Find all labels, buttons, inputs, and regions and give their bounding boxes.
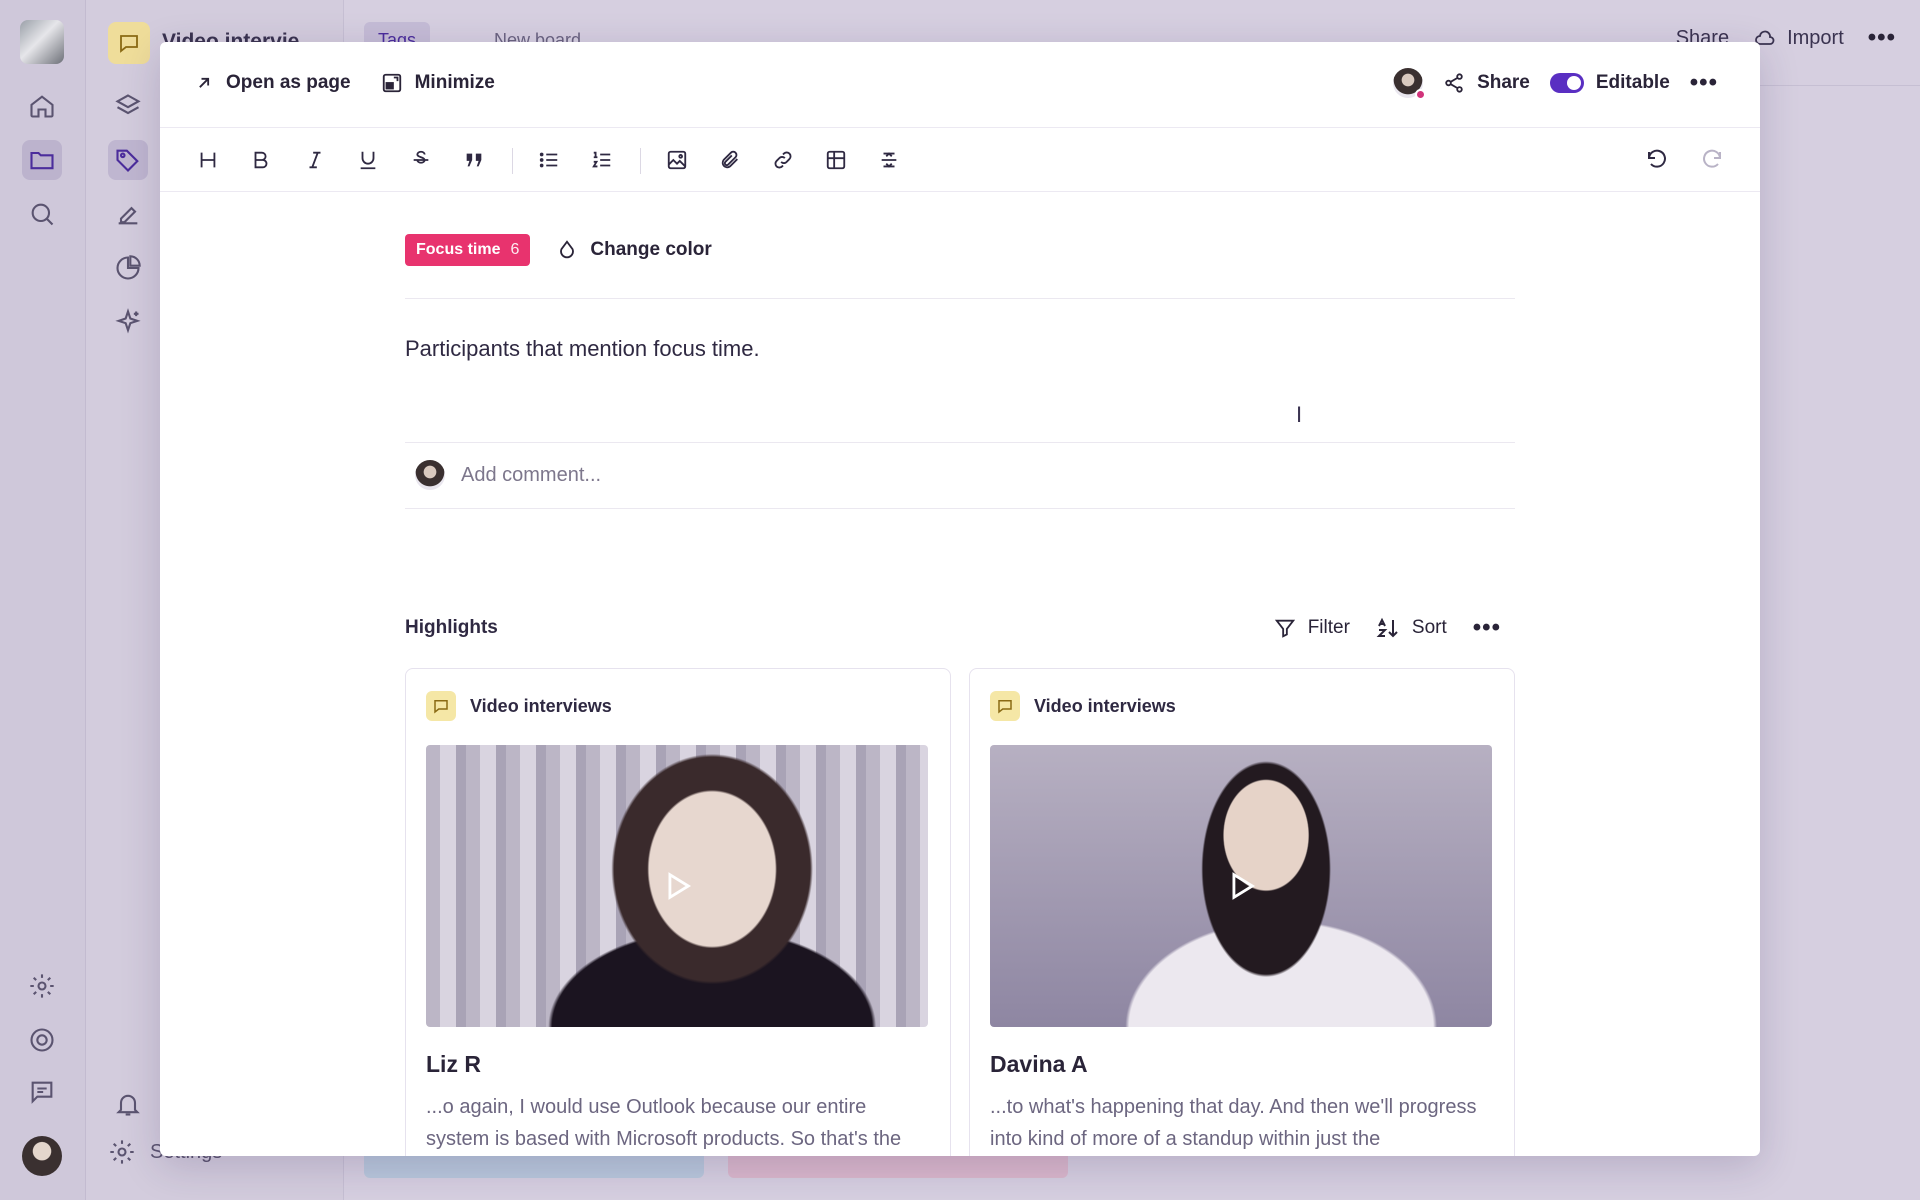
modal-header: Open as page Minimize Share Editable •••	[160, 42, 1760, 128]
pie-chart-icon[interactable]	[108, 248, 148, 288]
italic-icon[interactable]	[297, 142, 333, 178]
app-more-icon[interactable]: •••	[1868, 26, 1896, 50]
sort-button[interactable]: Sort	[1376, 616, 1447, 640]
divider	[405, 508, 1515, 509]
highlight-excerpt: ...to what's happening that day. And the…	[990, 1096, 1477, 1150]
play-icon	[1232, 872, 1256, 900]
user-avatar[interactable]	[22, 1136, 62, 1176]
bullet-list-icon[interactable]	[531, 142, 567, 178]
modal-more-icon[interactable]: •••	[1690, 71, 1718, 95]
video-thumbnail[interactable]	[426, 745, 928, 1027]
droplet-icon	[560, 240, 575, 259]
table-icon[interactable]	[818, 142, 854, 178]
help-icon[interactable]	[22, 1020, 62, 1060]
sort-icon	[1376, 617, 1398, 638]
card-source[interactable]: Video interviews	[990, 691, 1176, 721]
tag-name: Focus time	[416, 241, 501, 258]
collaborator-avatar[interactable]	[1393, 68, 1427, 100]
sort-label: Sort	[1411, 617, 1447, 638]
chat-icon[interactable]	[22, 1072, 62, 1112]
minimize-icon	[382, 73, 401, 93]
folder-icon[interactable]	[22, 140, 62, 180]
bold-icon[interactable]	[243, 142, 279, 178]
redo-icon[interactable]	[1694, 142, 1730, 178]
tags-icon[interactable]	[108, 140, 148, 180]
share-button[interactable]: Share	[1443, 72, 1530, 94]
card-source-label: Video interviews	[1034, 695, 1176, 716]
settings-gear-icon	[110, 1140, 134, 1164]
highlight-excerpt: ...o again, I would use Outlook because …	[426, 1096, 902, 1150]
toolbar-separator	[640, 148, 641, 174]
home-icon[interactable]	[22, 86, 62, 126]
sparkle-icon[interactable]	[108, 302, 148, 342]
divider	[405, 442, 1515, 443]
change-color-label: Change color	[590, 239, 712, 260]
highlights-title: Highlights	[405, 617, 498, 638]
strikethrough-icon[interactable]	[403, 142, 439, 178]
text-cursor-icon: I	[1296, 402, 1303, 427]
highlights-more-icon[interactable]: •••	[1473, 616, 1501, 640]
highlight-card[interactable]: Video interviews Liz R ...o again, I wou…	[405, 668, 951, 1156]
tag-detail-modal: Open as page Minimize Share Editable •••	[160, 42, 1760, 1156]
underline-icon[interactable]	[350, 142, 386, 178]
numbered-list-icon[interactable]	[584, 142, 620, 178]
search-icon[interactable]	[22, 194, 62, 234]
change-color-button[interactable]: Change color	[556, 239, 712, 261]
undo-icon[interactable]	[1639, 142, 1675, 178]
bell-icon[interactable]	[108, 1084, 148, 1124]
editable-toggle[interactable]: Editable	[1549, 72, 1670, 94]
divider-icon[interactable]	[871, 142, 907, 178]
video-interviews-icon	[990, 691, 1020, 721]
import-label: Import	[1787, 26, 1844, 49]
workspace-logo[interactable]	[20, 20, 64, 64]
card-source-label: Video interviews	[470, 695, 612, 716]
tag-badge[interactable]: Focus time 6	[405, 234, 531, 266]
import-button[interactable]: Import	[1753, 26, 1844, 50]
editable-label: Editable	[1595, 72, 1670, 93]
heading-icon[interactable]	[190, 142, 226, 178]
participant-name: Davina A	[990, 1051, 1088, 1077]
toggle-switch[interactable]	[1549, 73, 1584, 93]
highlight-pen-icon[interactable]	[108, 194, 148, 234]
presence-dot	[1415, 89, 1427, 100]
filter-button[interactable]: Filter	[1274, 617, 1350, 639]
link-icon[interactable]	[765, 142, 801, 178]
app-rail	[0, 0, 86, 1200]
filter-label: Filter	[1307, 617, 1350, 638]
layers-icon[interactable]	[108, 86, 148, 126]
highlight-card[interactable]: Video interviews Davina A ...to what's h…	[969, 668, 1515, 1156]
project-icon	[108, 22, 150, 64]
highlights-header: Highlights Filter Sort •••	[405, 616, 1515, 640]
share-icon	[1445, 73, 1463, 93]
quote-icon[interactable]	[456, 142, 492, 178]
share-label: Share	[1477, 72, 1530, 93]
minimize-label: Minimize	[414, 72, 495, 93]
comment-row	[415, 460, 1061, 490]
toolbar-separator	[512, 148, 513, 174]
tag-description[interactable]: Participants that mention focus time.	[405, 336, 760, 362]
tag-count: 6	[510, 241, 520, 258]
formatting-toolbar	[160, 128, 1760, 192]
comment-input[interactable]	[461, 463, 1061, 487]
divider	[405, 298, 1515, 299]
video-thumbnail[interactable]	[990, 745, 1492, 1027]
open-as-page-button[interactable]: Open as page	[194, 72, 351, 94]
video-interviews-icon	[426, 691, 456, 721]
attachment-icon[interactable]	[712, 142, 748, 178]
arrow-up-right-icon	[199, 77, 210, 88]
card-source[interactable]: Video interviews	[426, 691, 612, 721]
minimize-button[interactable]: Minimize	[381, 72, 495, 94]
participant-name: Liz R	[426, 1051, 481, 1077]
play-icon	[668, 872, 692, 900]
filter-icon	[1274, 619, 1295, 638]
image-icon[interactable]	[659, 142, 695, 178]
commenter-avatar	[415, 460, 445, 490]
open-as-page-label: Open as page	[226, 72, 351, 93]
gear-icon[interactable]	[22, 966, 62, 1006]
